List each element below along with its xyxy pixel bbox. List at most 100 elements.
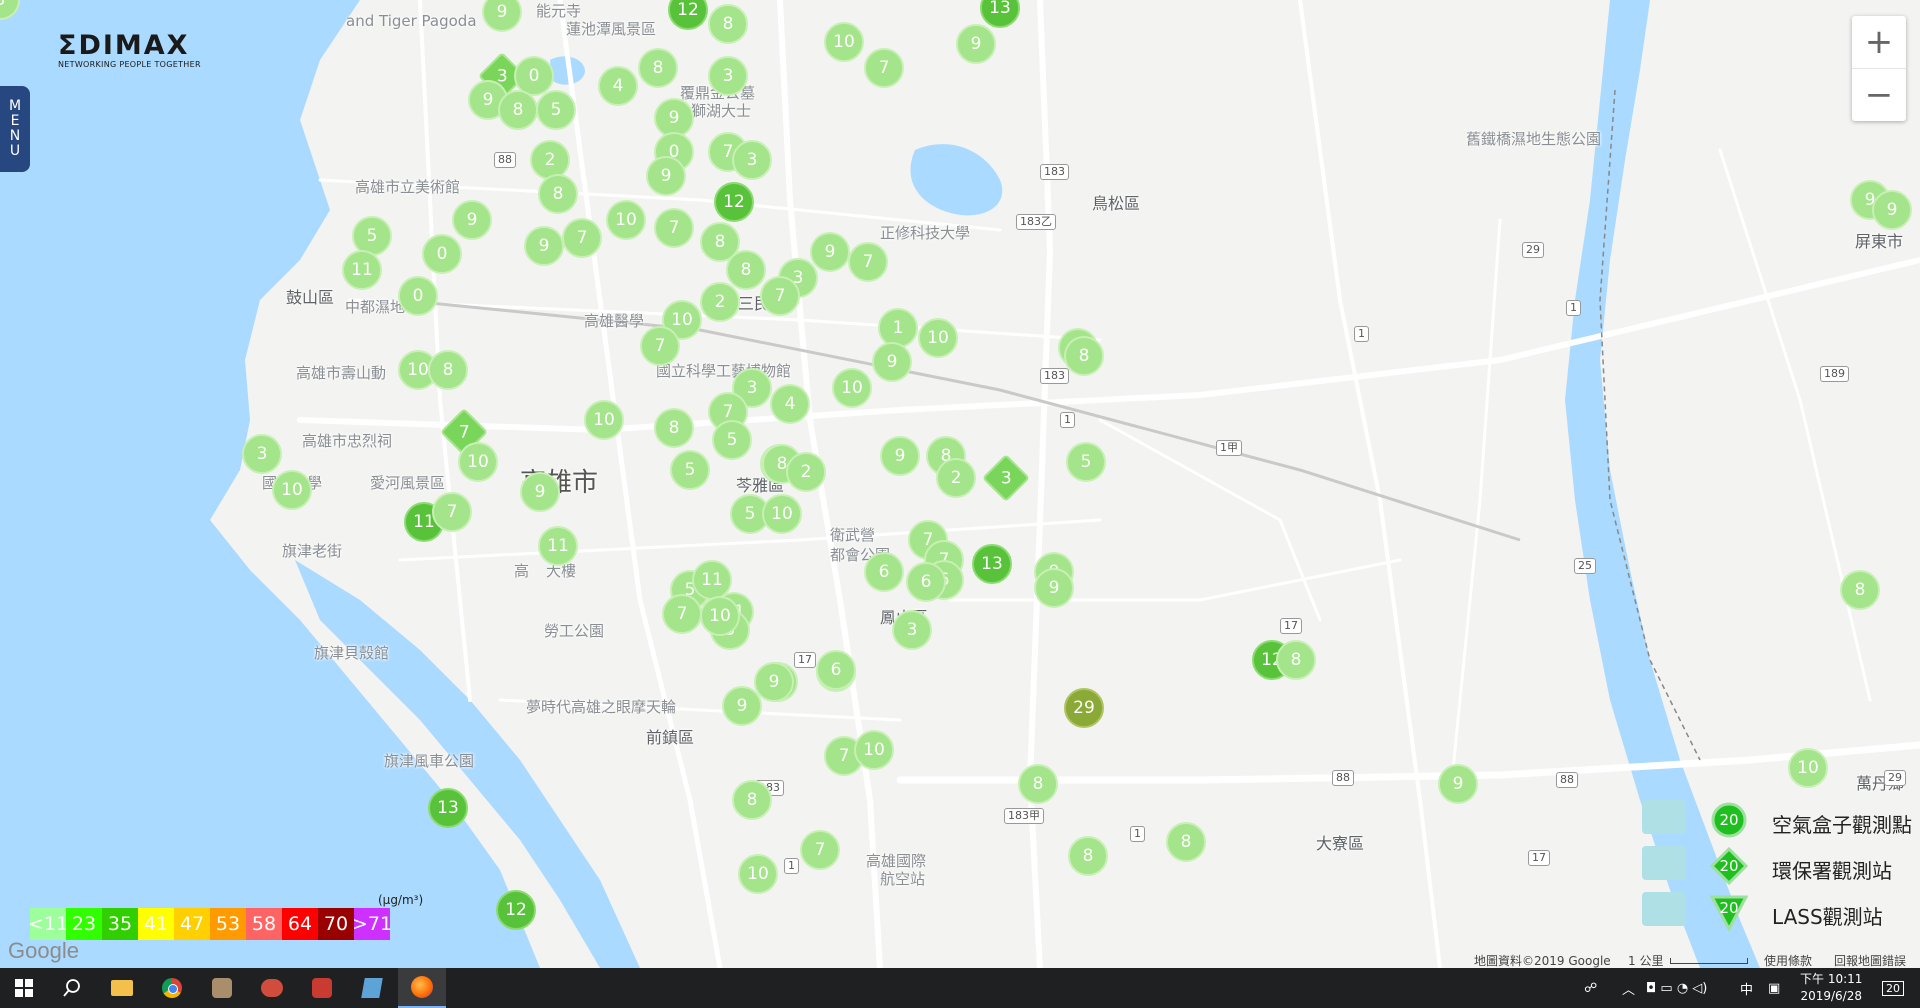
airbox-marker[interactable]: 2: [700, 282, 740, 322]
airbox-marker[interactable]: 10: [824, 22, 864, 62]
airbox-marker[interactable]: 3: [708, 56, 748, 96]
ime-indicator[interactable]: 中: [1740, 968, 1753, 1008]
airbox-marker[interactable]: 8: [732, 780, 772, 820]
tray-icons[interactable]: ◘ ▭ ◔ ◁): [1646, 968, 1707, 1008]
app-button-6[interactable]: [298, 968, 346, 1008]
airbox-marker[interactable]: 6: [816, 650, 856, 690]
app-button-5[interactable]: [248, 968, 296, 1008]
airbox-marker[interactable]: 10: [272, 470, 312, 510]
airbox-marker[interactable]: 8: [538, 174, 578, 214]
airbox-marker[interactable]: 10: [738, 854, 778, 894]
clock[interactable]: 下午 10:11 2019/6/28: [1800, 971, 1862, 1005]
airbox-marker[interactable]: 10: [584, 400, 624, 440]
airbox-marker[interactable]: 7: [562, 218, 602, 258]
airbox-marker[interactable]: 9: [452, 200, 492, 240]
app-button-7[interactable]: [348, 968, 396, 1008]
lass-layer-button[interactable]: [1642, 892, 1686, 926]
airbox-marker[interactable]: 11: [342, 250, 382, 290]
airbox-marker[interactable]: 8: [1068, 836, 1108, 876]
airbox-marker[interactable]: 9: [872, 342, 912, 382]
airbox-marker[interactable]: 10: [458, 442, 498, 482]
airbox-marker[interactable]: 8: [708, 4, 748, 44]
airbox-marker[interactable]: 4: [770, 384, 810, 424]
file-explorer-button[interactable]: [98, 968, 146, 1008]
airbox-marker[interactable]: 8: [428, 350, 468, 390]
airbox-marker[interactable]: 9: [1034, 568, 1074, 608]
cloud-layer-button[interactable]: [1642, 800, 1686, 834]
airbox-marker[interactable]: 10: [762, 494, 802, 534]
airbox-marker[interactable]: 7: [848, 242, 888, 282]
airbox-marker[interactable]: 7: [760, 276, 800, 316]
search-button[interactable]: [48, 968, 96, 1008]
airbox-marker[interactable]: 7: [654, 208, 694, 248]
app-button-4[interactable]: [198, 968, 246, 1008]
airbox-marker[interactable]: 8: [498, 90, 538, 130]
airbox-marker[interactable]: 2: [786, 452, 826, 492]
action-icon[interactable]: ▣: [1768, 968, 1780, 1008]
airbox-marker[interactable]: 10: [832, 368, 872, 408]
airbox-marker[interactable]: 9: [754, 662, 794, 702]
menu-button[interactable]: M E N U: [0, 86, 30, 172]
airbox-marker[interactable]: 5: [670, 450, 710, 490]
airbox-marker[interactable]: 9: [880, 436, 920, 476]
airbox-marker[interactable]: 10: [700, 596, 740, 636]
airbox-marker[interactable]: 7: [432, 492, 472, 532]
airbox-marker[interactable]: 6: [906, 562, 946, 602]
airbox-marker[interactable]: 7: [800, 830, 840, 870]
airbox-marker[interactable]: 5: [536, 90, 576, 130]
airbox-marker[interactable]: 9: [1872, 190, 1912, 230]
airbox-marker[interactable]: 8: [1276, 640, 1316, 680]
airbox-marker[interactable]: 7: [662, 594, 702, 634]
airbox-marker[interactable]: 10: [606, 200, 646, 240]
airbox-marker[interactable]: 9: [956, 24, 996, 64]
airbox-marker[interactable]: 13: [428, 788, 468, 828]
zoom-out-button[interactable]: −: [1852, 69, 1906, 121]
airbox-marker[interactable]: 9: [524, 226, 564, 266]
station-layer-button[interactable]: [1642, 846, 1686, 880]
airbox-marker[interactable]: 5: [1066, 442, 1106, 482]
airbox-marker[interactable]: 9: [1438, 764, 1478, 804]
airbox-marker[interactable]: 9: [646, 156, 686, 196]
airbox-marker[interactable]: 13: [972, 544, 1012, 584]
airbox-marker[interactable]: 6: [864, 552, 904, 592]
airbox-marker[interactable]: 7: [864, 48, 904, 88]
firefox-button[interactable]: [398, 968, 446, 1008]
start-button[interactable]: [0, 968, 48, 1008]
airbox-marker[interactable]: 8: [1018, 764, 1058, 804]
airbox-marker[interactable]: 8: [1840, 570, 1880, 610]
airbox-marker[interactable]: 8: [1166, 822, 1206, 862]
airbox-marker[interactable]: 3: [242, 434, 282, 474]
airbox-marker[interactable]: 4: [598, 66, 638, 106]
airbox-marker[interactable]: 29: [1064, 688, 1104, 728]
airbox-marker[interactable]: 11: [538, 526, 578, 566]
tray-expand-icon[interactable]: ︿: [1622, 968, 1635, 1008]
terms-link[interactable]: 使用條款: [1764, 952, 1812, 968]
airbox-marker[interactable]: 0: [422, 234, 462, 274]
airbox-marker[interactable]: 2: [936, 458, 976, 498]
airbox-marker[interactable]: 8: [726, 250, 766, 290]
airbox-marker[interactable]: 10: [854, 730, 894, 770]
airbox-marker[interactable]: 8: [1064, 336, 1104, 376]
airbox-marker[interactable]: 9: [810, 232, 850, 272]
airbox-marker[interactable]: 3: [732, 140, 772, 180]
airbox-marker[interactable]: 12: [496, 890, 536, 930]
edimax-logo[interactable]: ΣDIMAX NETWORKING PEOPLE TOGETHER: [58, 32, 201, 70]
airbox-marker[interactable]: 3: [892, 610, 932, 650]
map-data-attribution[interactable]: 地圖資料©2019 Google: [1474, 952, 1611, 968]
zoom-in-button[interactable]: +: [1852, 16, 1906, 68]
report-link[interactable]: 回報地圖錯誤: [1834, 952, 1906, 968]
map-canvas[interactable]: 鼓山區高雄市鳥松區鳳山區前鎮區大寮區屏東市萬丹鄉芩雅區三民衛武營都會公園高雄市立…: [0, 0, 1920, 968]
airbox-marker[interactable]: 7: [640, 326, 680, 366]
airbox-marker[interactable]: 12: [714, 182, 754, 222]
airbox-marker[interactable]: 8: [638, 48, 678, 88]
people-icon[interactable]: ☍: [1584, 968, 1597, 1008]
airbox-marker[interactable]: 9: [520, 472, 560, 512]
notification-button[interactable]: 20: [1882, 968, 1904, 1008]
airbox-marker[interactable]: 5: [712, 420, 752, 460]
chrome-button[interactable]: [148, 968, 196, 1008]
airbox-marker[interactable]: 8: [654, 408, 694, 448]
airbox-marker[interactable]: 0: [398, 276, 438, 316]
airbox-marker[interactable]: 10: [918, 318, 958, 358]
airbox-marker[interactable]: 10: [1788, 748, 1828, 788]
place-label: 旗津貝殼館: [314, 644, 390, 662]
